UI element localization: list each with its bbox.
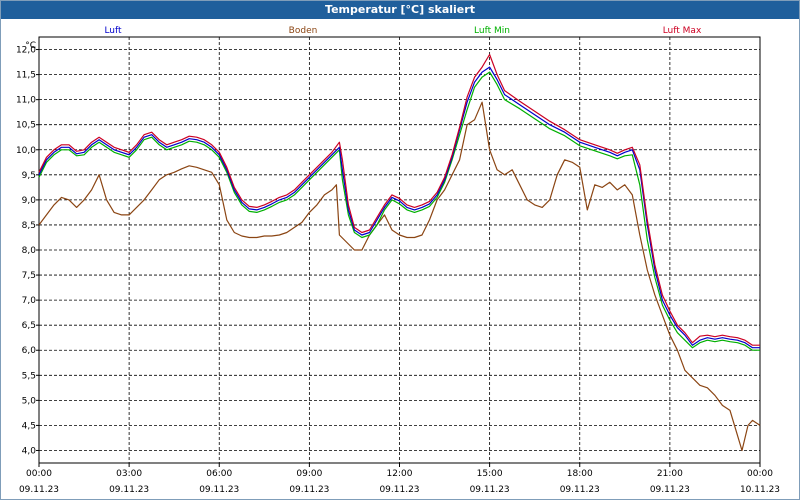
legend-entry-boden: Boden: [289, 26, 318, 36]
y-tick-label: 5,5: [22, 371, 36, 381]
x-tick-date: 09.11.23: [379, 485, 419, 495]
x-tick-date: 09.11.23: [470, 485, 510, 495]
x-tick-time: 21:00: [657, 469, 683, 479]
y-tick-label: 7,0: [22, 296, 37, 306]
x-tick-time: 06:00: [206, 469, 232, 479]
y-axis-label: °C: [25, 41, 36, 51]
y-tick-label: 11,0: [16, 96, 36, 106]
x-tick-date: 09.11.23: [199, 485, 239, 495]
y-tick-label: 9,0: [22, 196, 37, 206]
x-tick-date: 09.11.23: [19, 485, 59, 495]
x-tick-time: 09:00: [296, 469, 322, 479]
y-tick-label: 8,5: [22, 221, 36, 231]
y-tick-label: 9,5: [22, 171, 36, 181]
y-tick-label: 6,0: [22, 346, 37, 356]
x-tick-date: 09.11.23: [560, 485, 600, 495]
x-tick-time: 15:00: [477, 469, 503, 479]
x-tick-date: 09.11.23: [289, 485, 329, 495]
x-tick-time: 03:00: [116, 469, 142, 479]
y-tick-label: 4,0: [22, 446, 37, 456]
x-tick-time: 00:00: [747, 469, 773, 479]
x-tick-time: 00:00: [26, 469, 52, 479]
y-tick-label: 6,5: [22, 321, 36, 331]
tick-labels: 4,0 4,5 5,0 5,5 6,0 6,5 7,0 7,5 8,0 8,5 9,0 9,5 10,0…: [16, 41, 780, 495]
x-tick-time: 12:00: [387, 469, 413, 479]
x-tick-date: 10.11.23: [740, 485, 780, 495]
legend: Luft Boden Luft Min Luft Max: [104, 26, 702, 36]
legend-entry-luft: Luft: [104, 26, 122, 36]
y-tick-label: 8,0: [22, 246, 37, 256]
legend-entry-luft-min: Luft Min: [474, 26, 510, 36]
y-tick-label: 4,5: [22, 421, 36, 431]
x-tick-date: 09.11.23: [109, 485, 149, 495]
legend-entry-luft-max: Luft Max: [663, 26, 702, 36]
temperature-chart: 4,0 4,5 5,0 5,5 6,0 6,5 7,0 7,5 8,0 8,5 9,0 9,5 10,0…: [16, 26, 780, 495]
y-tick-label: 5,0: [22, 396, 37, 406]
y-tick-label: 7,5: [22, 271, 36, 281]
x-tick-time: 18:00: [567, 469, 593, 479]
y-tick-label: 10,5: [16, 121, 36, 131]
x-tick-date: 09.11.23: [650, 485, 690, 495]
y-tick-label: 10,0: [16, 146, 36, 156]
y-tick-label: 11,5: [16, 71, 36, 81]
